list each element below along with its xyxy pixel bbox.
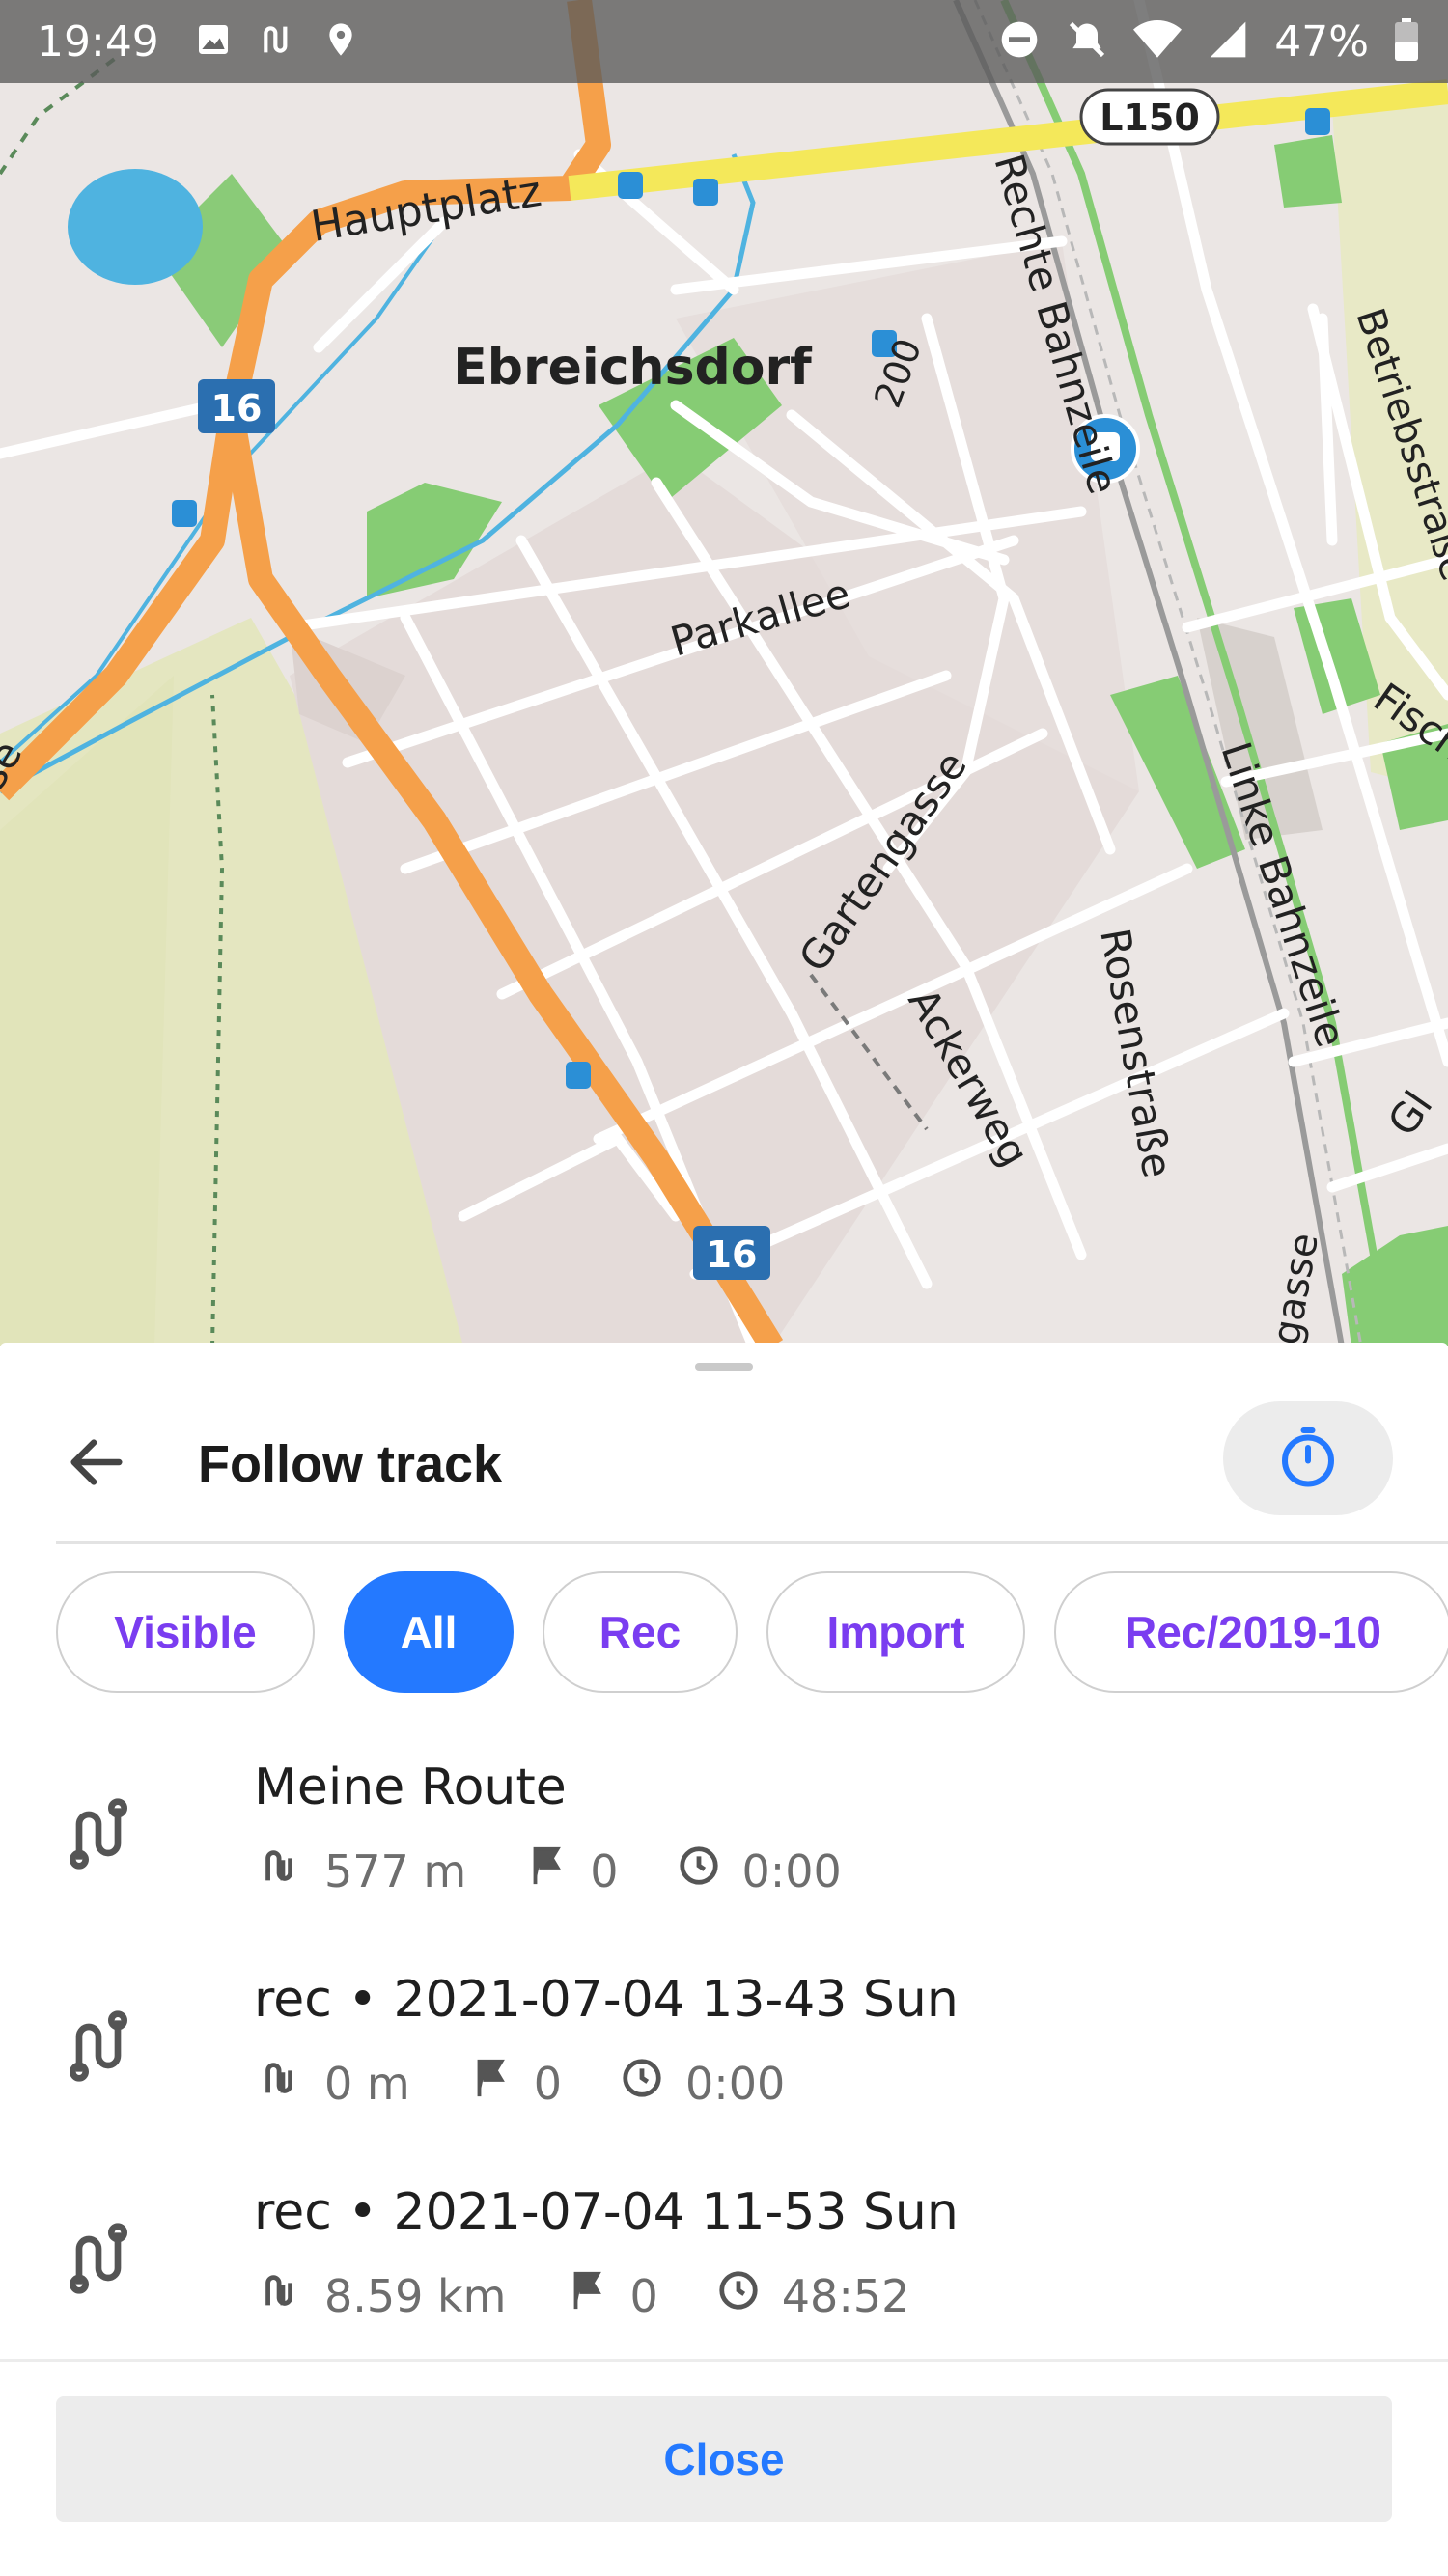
chip-import[interactable]: Import (766, 1571, 1025, 1693)
clock-icon (716, 2268, 782, 2323)
notifications-off-icon (1066, 18, 1108, 65)
clock-icon (677, 1843, 742, 1898)
close-button-label: Close (663, 2434, 785, 2484)
status-bar: 19:49 47% (0, 0, 1448, 83)
chip-rec[interactable]: Rec (543, 1571, 738, 1693)
battery-percentage: 47% (1274, 16, 1369, 67)
place-name-label: Ebreichsdorf (453, 339, 813, 397)
track-meta: 577 m 0 0:00 (259, 1843, 900, 1898)
track-waypoints: 0 (533, 2057, 562, 2110)
distance-icon (259, 1843, 324, 1898)
chip-rec-2019-10[interactable]: Rec/2019-10 (1054, 1571, 1448, 1693)
map-view[interactable]: 16 16 L150 Ebreichsdorf Hauptplatz Parka… (0, 0, 1448, 1346)
distance-icon (259, 2268, 324, 2323)
battery-icon (1394, 18, 1419, 65)
chip-label: Rec (599, 1607, 682, 1657)
track-item[interactable]: rec • 2021-07-04 11-53 Sun 8.59 km 0 48:… (0, 2174, 1448, 2386)
sheet-title: Follow track (198, 1435, 503, 1493)
track-duration: 0:00 (741, 1844, 842, 1897)
chip-all[interactable]: All (344, 1571, 514, 1693)
back-button[interactable] (53, 1421, 140, 1508)
flag-icon (565, 2268, 630, 2323)
arrow-left-icon (63, 1428, 130, 1501)
chip-label: Rec/2019-10 (1125, 1607, 1381, 1657)
track-name: rec • 2021-07-04 11-53 Sun (254, 2183, 959, 2241)
chip-visible[interactable]: Visible (56, 1571, 315, 1693)
track-icon (258, 20, 296, 63)
chip-label: All (400, 1607, 458, 1657)
track-icon (60, 2008, 137, 2085)
filter-chips: Visible All Rec Import Rec/2019-10 (56, 1571, 1448, 1697)
track-meta: 8.59 km 0 48:52 (259, 2268, 967, 2323)
bottom-bar: Close (0, 2359, 1448, 2576)
l150-shield: L150 (1100, 97, 1200, 139)
track-distance: 8.59 km (324, 2269, 507, 2322)
wifi-icon (1133, 18, 1183, 65)
chip-label: Import (826, 1607, 965, 1657)
route-16-shield-bottom: 16 (707, 1233, 758, 1276)
chip-label: Visible (114, 1607, 257, 1657)
clock-icon (620, 2056, 685, 2111)
signal-icon (1207, 18, 1249, 65)
track-item[interactable]: Meine Route 577 m 0 0:00 (0, 1749, 1448, 1961)
sheet-header: Follow track (0, 1392, 1448, 1527)
flag-icon (524, 1843, 590, 1898)
track-name: rec • 2021-07-04 13-43 Sun (254, 1971, 959, 2029)
status-time: 19:49 (37, 16, 159, 67)
track-distance: 0 m (324, 2057, 410, 2110)
track-item[interactable]: rec • 2021-07-04 13-43 Sun 0 m 0 0:00 (0, 1961, 1448, 2174)
header-divider (56, 1541, 1448, 1544)
follow-track-sheet: Follow track Visible All Rec Import Rec/… (0, 1343, 1448, 2576)
track-waypoints: 0 (590, 1844, 619, 1897)
track-list: Meine Route 577 m 0 0:00 rec • 2021-07-0… (0, 1749, 1448, 2386)
track-duration: 48:52 (781, 2269, 910, 2322)
stopwatch-icon (1273, 1422, 1343, 1496)
track-name: Meine Route (254, 1759, 567, 1816)
timer-button[interactable] (1223, 1401, 1393, 1515)
track-distance: 577 m (324, 1844, 467, 1897)
do-not-disturb-icon (998, 18, 1041, 65)
track-meta: 0 m 0 0:00 (259, 2056, 843, 2111)
close-button[interactable]: Close (56, 2396, 1392, 2522)
track-icon (60, 1795, 137, 1872)
location-pin-icon (321, 20, 360, 63)
image-icon (194, 20, 233, 63)
flag-icon (468, 2056, 534, 2111)
distance-icon (259, 2056, 324, 2111)
track-icon (60, 2220, 137, 2297)
drag-handle[interactable] (695, 1363, 753, 1371)
route-16-shield-top: 16 (211, 387, 263, 429)
track-duration: 0:00 (684, 2057, 786, 2110)
track-waypoints: 0 (629, 2269, 658, 2322)
